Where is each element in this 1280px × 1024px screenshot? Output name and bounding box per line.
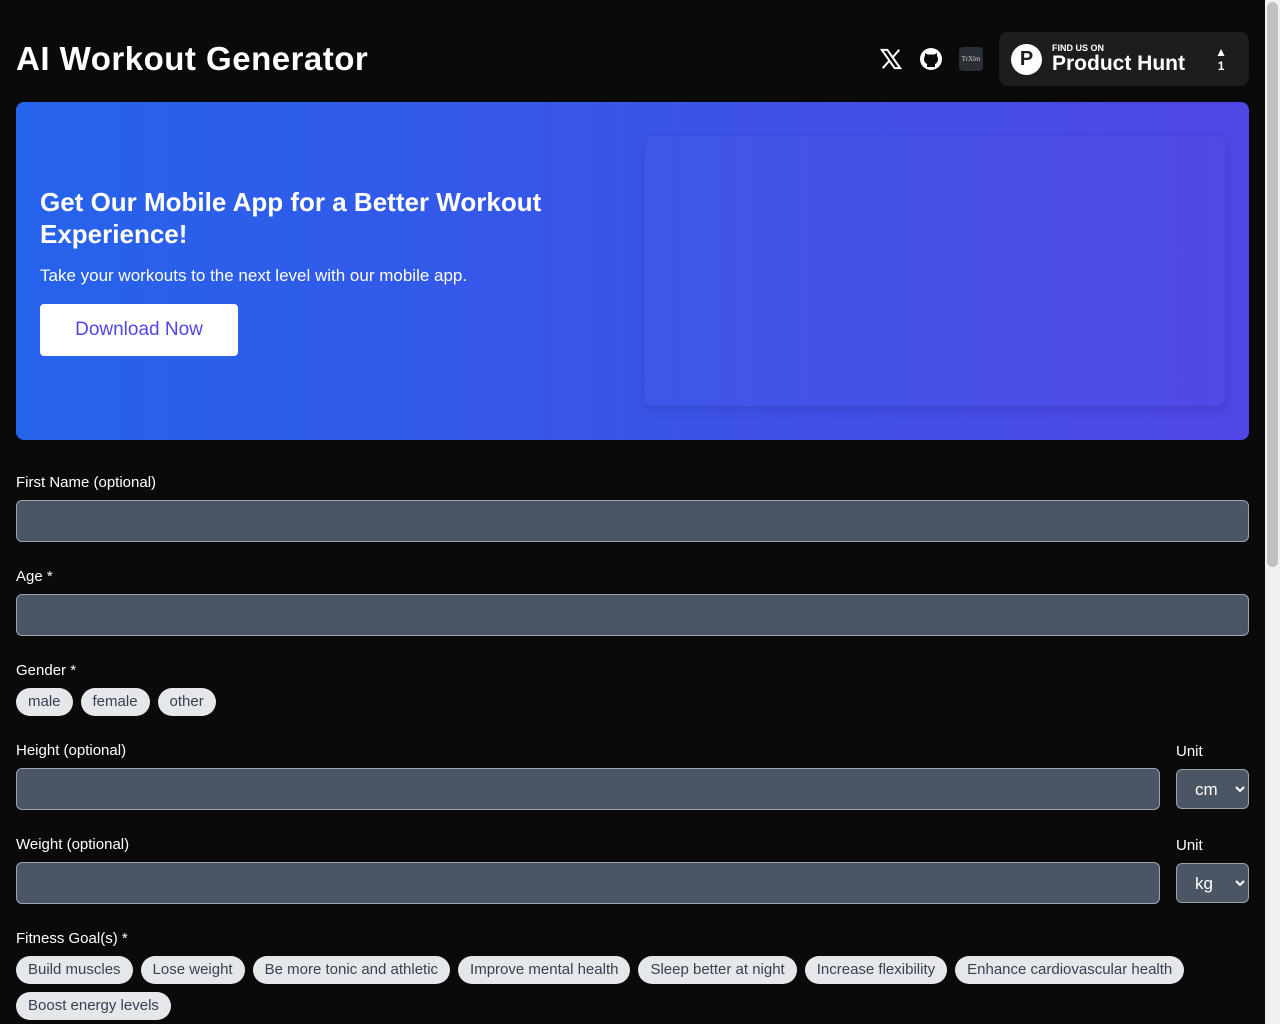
first-name-field: First Name (optional) [16,474,1249,542]
goal-chip[interactable]: Increase flexibility [804,956,948,984]
product-hunt-badge[interactable]: P FIND US ON Product Hunt ▲ 1 [999,32,1249,86]
weight-input[interactable] [16,862,1160,904]
trxlm-icon[interactable]: TrXlm [959,47,983,71]
gender-field: Gender * male female other [16,662,1249,716]
height-unit-select[interactable]: cm [1176,769,1249,809]
ph-big-text: Product Hunt [1052,52,1185,75]
weight-label: Weight (optional) [16,836,130,853]
scrollbar[interactable] [1265,0,1280,1024]
goals-field: Fitness Goal(s) * Build muscles Lose wei… [16,930,1249,1020]
age-input[interactable] [16,594,1249,636]
banner-subtitle: Take your workouts to the next level wit… [40,266,468,285]
app-promo-banner: Get Our Mobile App for a Better Workout … [16,102,1249,440]
first-name-input[interactable] [16,500,1249,542]
weight-unit-select[interactable]: kg [1176,863,1249,903]
height-row: Height (optional) Unit cm [16,742,1249,810]
page: AI Workout Generator TrXlm P FIND US ON … [0,0,1265,1020]
banner-title: Get Our Mobile App for a Better Workout … [40,187,542,249]
header: AI Workout Generator TrXlm P FIND US ON … [16,0,1249,102]
weight-unit-label: Unit [1176,837,1203,854]
goals-label: Fitness Goal(s) * [16,930,128,947]
goal-chip[interactable]: Lose weight [140,956,245,984]
weight-row: Weight (optional) Unit kg [16,836,1249,904]
upvote-arrow-icon: ▲ [1215,45,1227,59]
gender-male[interactable]: male [16,688,73,716]
age-field: Age * [16,568,1249,636]
gender-label: Gender * [16,662,77,679]
height-input[interactable] [16,768,1160,810]
app-title: AI Workout Generator [16,40,369,77]
goal-chip[interactable]: Boost energy levels [16,992,171,1020]
goal-chip[interactable]: Enhance cardiovascular health [955,956,1185,984]
x-icon[interactable] [879,47,903,71]
goal-chip[interactable]: Sleep better at night [638,956,797,984]
goal-chip[interactable]: Be more tonic and athletic [252,956,451,984]
goal-chip[interactable]: Improve mental health [458,956,631,984]
gender-female[interactable]: female [80,688,150,716]
product-hunt-logo-icon: P [1011,43,1042,75]
github-icon[interactable] [919,47,943,71]
scrollbar-thumb[interactable] [1267,2,1278,567]
goal-chip[interactable]: Build muscles [16,956,133,984]
vote-count: 1 [1217,59,1225,73]
age-label: Age * [16,568,53,585]
height-label: Height (optional) [16,742,127,759]
first-name-label: First Name (optional) [16,474,157,491]
download-now-button[interactable]: Download Now [40,304,238,356]
banner-image-placeholder [645,136,1225,406]
height-unit-label: Unit [1176,743,1203,760]
trxlm-logo-text: TrXlm [961,55,981,63]
gender-other[interactable]: other [157,688,216,716]
